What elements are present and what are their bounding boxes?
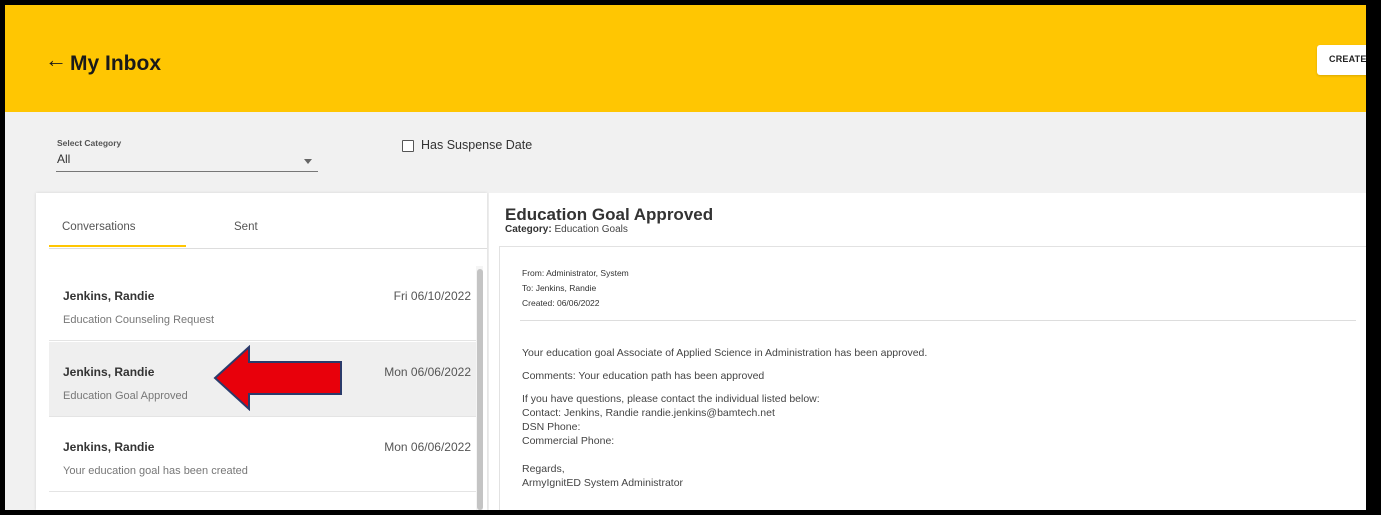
meta-divider <box>520 320 1356 321</box>
tab-conversations[interactable]: Conversations <box>62 221 136 233</box>
chevron-down-icon <box>304 159 312 164</box>
detail-created: Created: 06/06/2022 <box>522 298 600 308</box>
arrow-left-icon[interactable]: ← <box>45 47 67 73</box>
message-subject: Your education goal has been created <box>63 465 248 477</box>
message-sender: Jenkins, Randie <box>63 440 155 454</box>
inbox-window: ← My Inbox CREATE Select Category All Ha… <box>5 5 1366 510</box>
detail-to: To: Jenkins, Randie <box>522 283 597 293</box>
red-arrow-annotation <box>213 345 342 411</box>
message-date: Mon 06/06/2022 <box>384 365 471 379</box>
body-line: Commercial Phone: <box>522 435 615 447</box>
body-line: Contact: Jenkins, Randie randie.jenkins@… <box>522 407 775 419</box>
active-tab-indicator <box>49 245 186 247</box>
list-item[interactable]: Jenkins, Randie Fri 06/10/2022 Education… <box>49 266 481 341</box>
category-select[interactable]: All <box>56 150 318 172</box>
body-line: DSN Phone: <box>522 421 581 433</box>
detail-category-label: Category: <box>505 224 552 235</box>
detail-title: Education Goal Approved <box>505 205 714 224</box>
suspense-date-label[interactable]: Has Suspense Date <box>421 138 532 152</box>
message-subject: Education Counseling Request <box>63 314 215 326</box>
message-subject: Education Goal Approved <box>63 390 188 402</box>
body-line: Regards, <box>522 463 565 475</box>
detail-from: From: Administrator, System <box>522 268 629 278</box>
suspense-date-checkbox[interactable] <box>402 140 414 152</box>
app-header: ← My Inbox CREATE <box>5 5 1366 112</box>
page-title: My Inbox <box>70 52 162 75</box>
message-date: Mon 06/06/2022 <box>384 440 471 454</box>
category-select-value: All <box>57 152 71 166</box>
create-button[interactable]: CREATE <box>1317 45 1366 75</box>
body-line: Comments: Your education path has been a… <box>522 370 765 382</box>
message-sender: Jenkins, Randie <box>63 289 155 303</box>
tab-divider <box>49 248 487 249</box>
message-sender: Jenkins, Randie <box>63 365 155 379</box>
scrollbar-thumb[interactable] <box>477 269 483 510</box>
detail-category-value: Education Goals <box>554 224 628 235</box>
message-date: Fri 06/10/2022 <box>393 289 471 303</box>
tab-sent[interactable]: Sent <box>234 221 258 233</box>
body-line: If you have questions, please contact th… <box>522 393 820 405</box>
body-line: Your education goal Associate of Applied… <box>522 347 928 359</box>
list-item[interactable]: Jenkins, Randie Mon 06/06/2022 Your educ… <box>49 417 481 492</box>
category-select-label: Select Category <box>57 138 122 148</box>
message-body-card: From: Administrator, System To: Jenkins,… <box>499 246 1366 510</box>
detail-category: Category: Education Goals <box>505 224 628 235</box>
body-line: ArmyIgnitED System Administrator <box>522 477 684 489</box>
